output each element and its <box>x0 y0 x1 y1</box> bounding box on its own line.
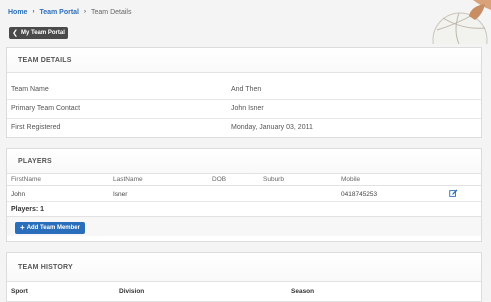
players-panel: PLAYERS FirstName LastName DOB Suburb Mo… <box>6 148 482 242</box>
detail-label: Primary Team Contact <box>11 105 81 112</box>
column-header: DOB <box>212 176 227 183</box>
detail-label: Team Name <box>11 86 49 93</box>
detail-value: John Isner <box>231 105 264 112</box>
detail-row-team-name: Team Name And Then <box>7 81 481 100</box>
detail-row-primary-contact: Primary Team Contact John Isner <box>7 100 481 119</box>
column-header: Sport <box>11 288 28 295</box>
detail-label: First Registered <box>11 124 61 131</box>
add-team-member-label: Add Team Member <box>26 225 80 231</box>
team-history-title: TEAM HISTORY <box>7 253 481 282</box>
team-details-title: TEAM DETAILS <box>7 48 481 73</box>
team-history-panel: TEAM HISTORY Sport Division Season <box>6 252 482 302</box>
detail-value: Monday, January 03, 2011 <box>231 124 313 131</box>
breadcrumb-separator-icon: › <box>32 9 35 15</box>
my-team-portal-button-label: My Team Portal <box>20 30 65 36</box>
players-count-label: Players: 1 <box>11 206 45 213</box>
detail-row-first-registered: First Registered Monday, January 03, 201… <box>7 119 481 138</box>
player-last-name: Isner <box>113 191 128 198</box>
my-team-portal-button[interactable]: ❮ My Team Portal <box>9 27 68 39</box>
column-header: LastName <box>113 176 143 183</box>
table-row: John Isner 0418745253 <box>7 186 481 202</box>
player-mobile: 0418745253 <box>341 191 378 198</box>
plus-icon: + <box>20 223 25 232</box>
add-member-row: + Add Team Member <box>7 217 481 236</box>
volleyball-image <box>429 0 491 44</box>
breadcrumb-current: Team Details <box>91 8 132 16</box>
player-first-name: John <box>11 191 26 198</box>
players-table: FirstName LastName DOB Suburb Mobile Joh… <box>7 174 481 236</box>
column-header: Division <box>119 288 145 295</box>
breadcrumb-separator-icon: › <box>84 9 87 15</box>
column-header: Mobile <box>341 176 361 183</box>
team-history-table-header: Sport Division Season <box>7 282 481 302</box>
breadcrumb: Home › Team Portal › Team Details <box>8 6 131 18</box>
column-header: Season <box>291 288 315 295</box>
breadcrumb-home-link[interactable]: Home <box>8 9 27 16</box>
players-table-header: FirstName LastName DOB Suburb Mobile <box>7 174 481 186</box>
detail-value: And Then <box>231 86 262 93</box>
edit-icon[interactable] <box>449 189 458 198</box>
column-header: FirstName <box>11 176 41 183</box>
players-count: Players: 1 <box>7 202 481 217</box>
players-title: PLAYERS <box>7 149 481 174</box>
breadcrumb-team-portal-link[interactable]: Team Portal <box>39 9 79 16</box>
column-header: Suburb <box>263 176 284 183</box>
chevron-left-icon: ❮ <box>12 30 18 37</box>
team-details-panel: TEAM DETAILS Team Name And Then Primary … <box>6 47 482 138</box>
add-team-member-button[interactable]: + Add Team Member <box>15 222 85 234</box>
